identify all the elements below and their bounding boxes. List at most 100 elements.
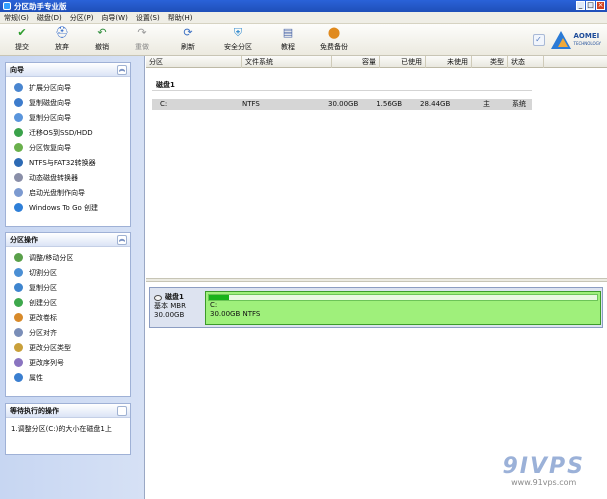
checkmark-icon[interactable]: ✓ xyxy=(532,34,545,46)
menu-disk[interactable]: 磁盘(D) xyxy=(33,13,66,23)
cell-capacity: 30.00GB xyxy=(328,100,359,108)
commit-button[interactable]: ✔ 提交 xyxy=(2,27,42,52)
wizard-item-label: NTFS与FAT32转换器 xyxy=(29,158,96,167)
convert-icon xyxy=(14,158,23,167)
col-filesystem[interactable]: 文件系统 xyxy=(242,56,332,68)
safe-partition-label: 安全分区 xyxy=(224,43,252,51)
align-icon xyxy=(14,328,23,337)
serial-icon xyxy=(14,358,23,367)
split-icon xyxy=(14,268,23,277)
col-used[interactable]: 已使用 xyxy=(380,56,426,68)
label-icon xyxy=(14,313,23,322)
resize-icon xyxy=(14,253,23,262)
op-properties[interactable]: 属性 xyxy=(6,370,130,385)
op-create[interactable]: 创建分区 xyxy=(6,295,130,310)
disk-group-label: 磁盘1 xyxy=(156,81,175,89)
op-change-type[interactable]: 更改分区类型 xyxy=(6,340,130,355)
collapse-icon[interactable] xyxy=(117,406,127,416)
pending-op-item[interactable]: 1.调整分区(C:)的大小在磁盘1上 xyxy=(6,418,130,440)
wizard-item-label: 启动光盘制作向导 xyxy=(29,188,85,197)
migrate-icon xyxy=(14,128,23,137)
pending-ops-panel: 等待执行的操作 1.调整分区(C:)的大小在磁盘1上 xyxy=(5,403,131,455)
type-icon xyxy=(14,343,23,352)
tutorial-label: 教程 xyxy=(281,43,295,51)
menu-partition[interactable]: 分区(P) xyxy=(66,13,98,23)
create-icon xyxy=(14,298,23,307)
cell-used: 1.56GB xyxy=(376,100,402,108)
title-bar: 分区助手专业版 _ □ × xyxy=(0,0,607,12)
tutorial-button[interactable]: ▤ 教程 xyxy=(268,27,308,52)
recovery-icon xyxy=(14,143,23,152)
disk-map-area: 磁盘1 基本 MBR 30.00GB C: 30.00GB NTFS 9IVPS… xyxy=(146,282,607,499)
safe-partition-button[interactable]: ⛨ 安全分区 xyxy=(218,27,258,52)
wizard-item-bootable-cd[interactable]: 启动光盘制作向导 xyxy=(6,185,130,200)
op-change-serial[interactable]: 更改序列号 xyxy=(6,355,130,370)
collapse-icon[interactable]: ︽ xyxy=(117,65,127,75)
redo-button[interactable]: ↷ 重做 xyxy=(122,27,162,52)
refresh-label: 刷新 xyxy=(181,43,195,51)
dynamic-disk-icon xyxy=(14,173,23,182)
discard-button[interactable]: ⛑ 放弃 xyxy=(42,27,82,52)
collapse-icon[interactable]: ︽ xyxy=(117,235,127,245)
op-align[interactable]: 分区对齐 xyxy=(6,325,130,340)
partition-letter: C: xyxy=(210,301,218,309)
menu-help[interactable]: 帮助(H) xyxy=(164,13,197,23)
cell-status: 系统 xyxy=(512,100,526,108)
wizard-item-label: 复制分区向导 xyxy=(29,113,71,122)
op-copy[interactable]: 复制分区 xyxy=(6,280,130,295)
window-controls: _ □ × xyxy=(576,1,605,10)
op-label: 分区对齐 xyxy=(29,328,57,337)
logo-text: AOMEI TECHNOLOGY xyxy=(574,33,602,47)
table-row[interactable]: C: NTFS 30.00GB 1.56GB 28.44GB 主 系统 xyxy=(152,99,532,110)
op-change-label[interactable]: 更改卷标 xyxy=(6,310,130,325)
maximize-icon[interactable]: □ xyxy=(586,1,595,10)
pending-ops-title: 等待执行的操作 xyxy=(10,406,59,415)
wizard-item-ntfs-fat32[interactable]: NTFS与FAT32转换器 xyxy=(6,155,130,170)
aomei-logo: AOMEI TECHNOLOGY xyxy=(550,31,602,49)
wizard-item-copy-partition[interactable]: 复制分区向导 xyxy=(6,110,130,125)
logo-brand: AOMEI xyxy=(573,32,600,40)
info-icon xyxy=(14,373,23,382)
menu-wizard[interactable]: 向导(W) xyxy=(97,13,131,23)
wizard-item-recovery[interactable]: 分区恢复向导 xyxy=(6,140,130,155)
disk-size: 30.00GB xyxy=(154,311,185,319)
wizard-item-copy-disk[interactable]: 复制磁盘向导 xyxy=(6,95,130,110)
free-backup-button[interactable]: ⬤ 免费备份 xyxy=(314,27,354,52)
menu-settings[interactable]: 设置(S) xyxy=(132,13,164,23)
watermark-url: www.91vps.com xyxy=(511,478,577,487)
partition-ops-title: 分区操作 xyxy=(10,235,38,244)
col-free[interactable]: 未使用 xyxy=(426,56,472,68)
watermark-logo: 9IVPS xyxy=(502,454,585,479)
partition-block-c[interactable]: C: 30.00GB NTFS xyxy=(205,291,601,325)
close-icon[interactable]: × xyxy=(596,1,605,10)
partition-table-header: 分区 文件系统 容量 已使用 未使用 类型 状态 xyxy=(146,56,607,68)
wizard-item-extend[interactable]: 扩展分区向导 xyxy=(6,80,130,95)
wizard-panel-title: 向导 xyxy=(10,65,24,74)
usage-fill xyxy=(209,295,230,300)
minimize-icon[interactable]: _ xyxy=(576,1,585,10)
menu-general[interactable]: 常规(G) xyxy=(0,13,33,23)
logo-sub: TECHNOLOGY xyxy=(573,41,602,46)
op-split[interactable]: 切割分区 xyxy=(6,265,130,280)
col-type[interactable]: 类型 xyxy=(472,56,508,68)
op-label: 切割分区 xyxy=(29,268,57,277)
redo-label: 重做 xyxy=(135,43,149,51)
wizard-item-windows-to-go[interactable]: Windows To Go 创建 xyxy=(6,200,130,215)
op-label: 更改序列号 xyxy=(29,358,64,367)
disk-name-text: 磁盘1 xyxy=(165,293,184,301)
left-sidebar: 向导 ︽ 扩展分区向导 复制磁盘向导 复制分区向导 迁移OS到SSD/HDD 分… xyxy=(0,56,145,499)
refresh-button[interactable]: ⟳ 刷新 xyxy=(168,27,208,52)
wizard-panel-header: 向导 ︽ xyxy=(6,63,130,77)
op-resize-move[interactable]: 调整/移动分区 xyxy=(6,250,130,265)
wizard-item-migrate-os[interactable]: 迁移OS到SSD/HDD xyxy=(6,125,130,140)
disk-map-row[interactable]: 磁盘1 基本 MBR 30.00GB C: 30.00GB NTFS xyxy=(149,287,603,328)
wizard-item-dynamic-disk[interactable]: 动态磁盘转换器 xyxy=(6,170,130,185)
refresh-icon: ⟳ xyxy=(183,26,193,39)
partition-desc: 30.00GB NTFS xyxy=(210,310,261,318)
col-status[interactable]: 状态 xyxy=(508,56,544,68)
col-partition[interactable]: 分区 xyxy=(146,56,242,68)
wizard-item-label: 扩展分区向导 xyxy=(29,83,71,92)
divider xyxy=(152,90,532,91)
col-capacity[interactable]: 容量 xyxy=(332,56,380,68)
undo-button[interactable]: ↶ 撤销 xyxy=(82,27,122,52)
